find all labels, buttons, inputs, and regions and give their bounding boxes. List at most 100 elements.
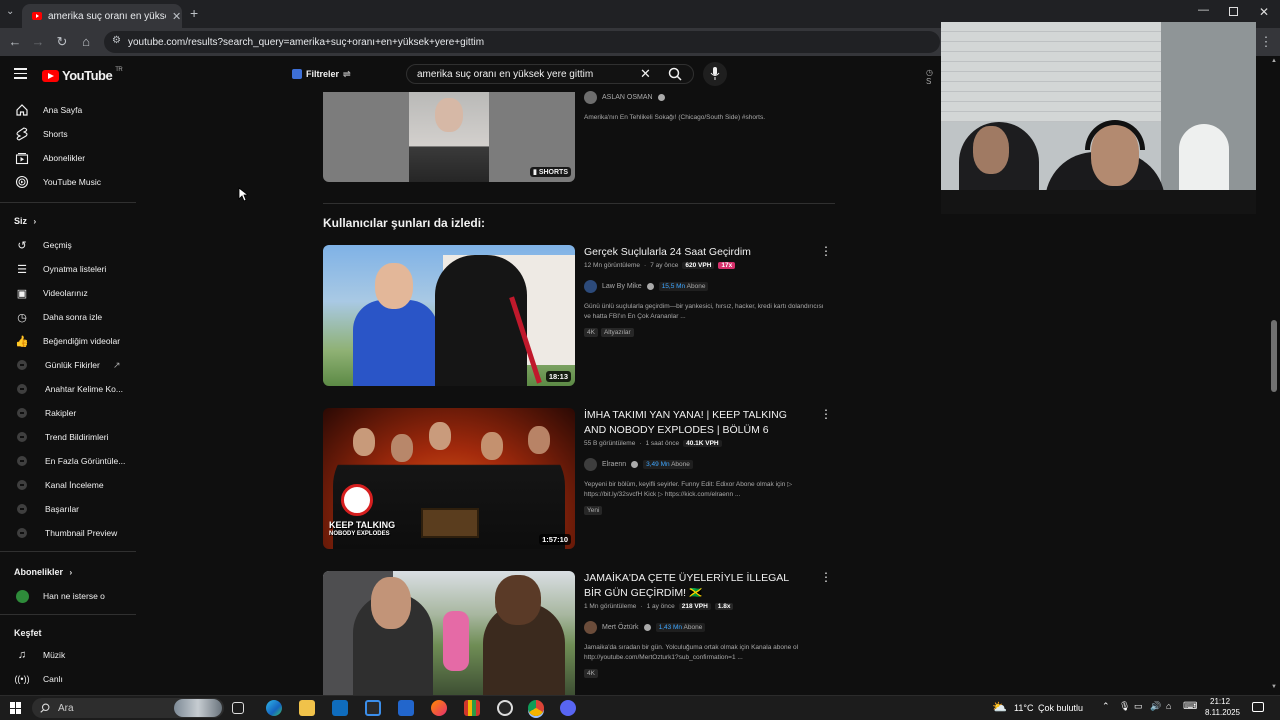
sidebar-item-liked-videos[interactable]: 👍 Beğendiğim videolar	[0, 331, 138, 351]
store-icon[interactable]	[365, 700, 381, 716]
start-button-icon[interactable]	[10, 702, 22, 714]
you-section-title[interactable]: Siz ›	[14, 216, 36, 226]
tab-list-chevron-icon[interactable]: ⌄	[6, 6, 14, 17]
sidebar-item-subscriptions[interactable]: Abonelikler	[0, 148, 138, 168]
task-view-icon[interactable]	[232, 702, 244, 714]
logo-text: YouTube	[62, 68, 113, 83]
address-bar[interactable]: ⚙ youtube.com/results?search_query=ameri…	[104, 31, 940, 53]
sidebar-item-daily-ideas[interactable]: Günlük Fikirler ↗	[0, 355, 138, 375]
display-tray-icon[interactable]: ▭	[1134, 701, 1143, 712]
clock-date[interactable]: 8.11.2025	[1205, 708, 1240, 717]
browser-menu-icon[interactable]: ⋮	[1258, 34, 1274, 50]
explore-section-title: Keşfet	[14, 628, 42, 638]
sidebar-item-subscription-channel[interactable]: Han ne isterse o	[0, 586, 138, 606]
video-channel[interactable]: Elraenn 3,49 Mn Abone	[584, 458, 693, 471]
video-thumbnail[interactable]: KEEP TALKING NOBODY EXPLODES 1:57:10	[323, 408, 575, 549]
video-channel[interactable]: Law By Mike 15,5 Mn Abone	[584, 280, 709, 293]
video-channel[interactable]: Mert Öztürk 1,43 Mn Abone	[584, 621, 706, 634]
edge-icon[interactable]	[266, 700, 282, 716]
new-tab-icon[interactable]: +	[190, 5, 198, 21]
sidebar-item-label: Trend Bildirimleri	[45, 432, 109, 442]
sidebar-item-channel-review[interactable]: Kanal İnceleme	[0, 475, 138, 495]
notifications-icon[interactable]	[1252, 702, 1264, 712]
page-scrollbar[interactable]: ▲ ▼	[1268, 56, 1280, 695]
obs-icon[interactable]	[497, 700, 513, 716]
app-icon[interactable]	[398, 700, 414, 716]
video-tags: Yeni	[584, 506, 603, 515]
shorts-thumbnail[interactable]: ▮ SHORTS	[323, 92, 575, 182]
scrollbar-thumb[interactable]	[1271, 320, 1277, 392]
header-right-fragment[interactable]: ◷ S	[926, 68, 940, 86]
network-tray-icon[interactable]: ⌂	[1166, 701, 1171, 711]
clock-time[interactable]: 21:12	[1210, 697, 1230, 706]
tab-close-icon[interactable]: ✕	[172, 10, 181, 23]
weather-description[interactable]: Çok bulutlu	[1038, 703, 1083, 713]
scroll-down-arrow-icon[interactable]: ▼	[1271, 684, 1277, 690]
sidebar-item-live[interactable]: ((•)) Canlı	[0, 669, 138, 689]
sidebar-item-competitors[interactable]: Rakipler	[0, 403, 138, 423]
filters-button[interactable]: Filtreler ⇌	[292, 66, 351, 82]
video-thumbnail[interactable]	[323, 571, 575, 695]
site-info-icon[interactable]: ⚙	[112, 35, 121, 46]
extension-icon	[15, 382, 29, 396]
chrome-icon[interactable]	[528, 700, 544, 716]
thumbnail-briefcase	[421, 508, 479, 538]
keyboard-tray-icon[interactable]: ⌨	[1183, 701, 1197, 712]
home-button-icon[interactable]: ⌂	[78, 34, 94, 50]
video-age: 1 saat önce	[645, 440, 680, 447]
weather-temp[interactable]: 11°C	[1014, 703, 1033, 713]
search-button[interactable]	[660, 64, 690, 84]
volume-tray-icon[interactable]: 🔊	[1150, 701, 1161, 712]
sidebar-item-youtube-music[interactable]: YouTube Music	[0, 172, 138, 192]
taskbar-search[interactable]: Ara	[32, 698, 224, 718]
subscriptions-section-title[interactable]: Abonelikler ›	[14, 567, 72, 577]
url-text: youtube.com/results?search_query=amerika…	[128, 36, 485, 48]
clear-search-icon[interactable]: ✕	[640, 66, 651, 82]
sidebar-item-home[interactable]: Ana Sayfa	[0, 100, 138, 120]
more-options-icon[interactable]: ⋮	[820, 571, 832, 583]
browser-tab[interactable]: amerika suç oranı en yüksek ye ✕	[22, 4, 182, 28]
sidebar-item-trend-alerts[interactable]: Trend Bildirimleri	[0, 427, 138, 447]
sidebar-item-music[interactable]: ♫ Müzik	[0, 645, 138, 665]
sidebar-item-watch-later[interactable]: ◷ Daha sonra izle	[0, 307, 138, 327]
video-title[interactable]: JAMAİKA'DA ÇETE ÜYELERİYLE İLLEGAL BİR G…	[584, 571, 809, 601]
sidebar-item-your-videos[interactable]: ▣ Videolarınız	[0, 283, 138, 303]
video-thumbnail[interactable]: 18:13	[323, 245, 575, 386]
sidebar-divider	[0, 551, 136, 552]
reload-icon[interactable]: ↻	[54, 34, 70, 50]
microphone-tray-icon[interactable]: 🎙	[1119, 701, 1130, 712]
video-title[interactable]: Gerçek Suçlularla 24 Saat Geçirdim	[584, 245, 809, 260]
app-icon[interactable]	[464, 700, 480, 716]
sidebar-item-keyword[interactable]: Anahtar Kelime Ko...	[0, 379, 138, 399]
tray-chevron-icon[interactable]: ⌃	[1102, 701, 1110, 712]
thumbnail-face	[495, 575, 541, 625]
scroll-up-arrow-icon[interactable]: ▲	[1271, 58, 1277, 64]
thumbs-up-icon: 👍	[15, 335, 29, 348]
youtube-logo[interactable]: YouTube TR	[42, 67, 123, 83]
top-result-channel[interactable]: ASLAN OSMAN	[584, 91, 665, 104]
mouse-cursor-icon	[238, 187, 248, 202]
voice-search-button[interactable]	[703, 62, 727, 86]
more-options-icon[interactable]: ⋮	[820, 245, 832, 257]
hamburger-menu-icon[interactable]	[14, 68, 27, 79]
outlook-icon[interactable]	[332, 700, 348, 716]
sidebar-item-label: Kanal İnceleme	[45, 480, 104, 490]
forward-icon[interactable]: →	[30, 34, 46, 50]
restore-icon[interactable]	[1229, 7, 1238, 16]
sidebar-item-thumbnail-preview[interactable]: Thumbnail Preview	[0, 523, 138, 543]
sidebar-item-label: Abonelikler	[43, 153, 86, 163]
app-icon[interactable]	[431, 700, 447, 716]
sidebar-item-playlists[interactable]: ☰ Oynatma listeleri	[0, 259, 138, 279]
discord-icon[interactable]	[560, 700, 576, 716]
sidebar-item-shorts[interactable]: Shorts	[0, 124, 138, 144]
back-icon[interactable]: ←	[7, 34, 23, 50]
more-options-icon[interactable]: ⋮	[820, 408, 832, 420]
sidebar-item-history[interactable]: ↺ Geçmiş	[0, 235, 138, 255]
minimize-icon[interactable]: —	[1198, 4, 1209, 16]
sidebar-item-most-viewed[interactable]: En Fazla Görüntüle...	[0, 451, 138, 471]
sidebar-item-achievements[interactable]: Başarılar	[0, 499, 138, 519]
channel-name: Law By Mike	[602, 283, 642, 290]
video-title[interactable]: İMHA TAKIMI YAN YANA! | KEEP TALKING AND…	[584, 408, 809, 438]
window-close-icon[interactable]: ✕	[1259, 5, 1269, 19]
file-explorer-icon[interactable]	[299, 700, 315, 716]
